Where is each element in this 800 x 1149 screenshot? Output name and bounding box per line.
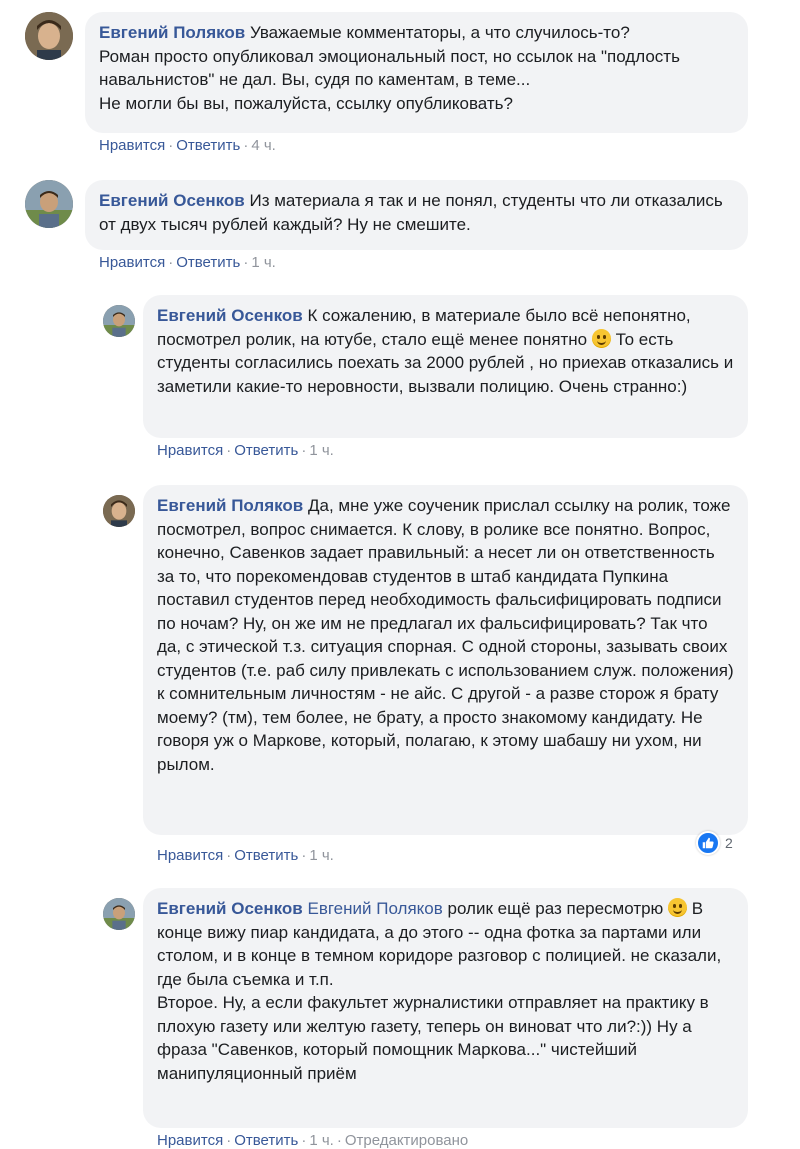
separator: · (301, 442, 307, 459)
separator: · (336, 1132, 342, 1149)
timestamp[interactable]: 1 ч. (309, 442, 334, 459)
like-reaction-icon (696, 831, 720, 855)
reply-button[interactable]: Ответить (234, 847, 298, 864)
separator: · (168, 137, 174, 154)
avatar[interactable] (103, 305, 135, 337)
edited-label[interactable]: Отредактировано (345, 1132, 468, 1149)
avatar[interactable] (25, 180, 73, 228)
like-button[interactable]: Нравится (157, 847, 223, 864)
comment-author[interactable]: Евгений Осенков (157, 306, 303, 325)
separator: · (226, 847, 232, 864)
comment-bubble: Евгений Осенков Из материала я так и не … (85, 180, 748, 250)
smile-emoji-icon (668, 898, 688, 917)
comment-actions: Нравится · Ответить · 1 ч. (157, 847, 334, 864)
smile-emoji-icon (591, 328, 611, 348)
avatar[interactable] (103, 898, 135, 930)
comment-bubble: Евгений Поляков Да, мне уже соученик при… (143, 485, 748, 835)
separator: · (243, 137, 249, 154)
comment-bubble: Евгений Поляков Уважаемые комментаторы, … (85, 12, 748, 133)
reaction-count: 2 (725, 835, 733, 851)
like-button[interactable]: Нравится (157, 442, 223, 459)
timestamp[interactable]: 1 ч. (309, 847, 334, 864)
comment-bubble: Евгений Осенков Евгений Поляков ролик ещ… (143, 888, 748, 1128)
timestamp[interactable]: 4 ч. (251, 137, 276, 154)
mention-link[interactable]: Евгений Поляков (307, 899, 442, 918)
comment-author[interactable]: Евгений Осенков (99, 191, 245, 210)
comment-text: ролик ещё раз пересмотрю (447, 899, 664, 918)
comment-actions: Нравится · Ответить · 1 ч. (157, 442, 334, 459)
separator: · (168, 254, 174, 271)
like-button[interactable]: Нравится (157, 1132, 223, 1149)
separator: · (301, 1132, 307, 1149)
reply-button[interactable]: Ответить (234, 1132, 298, 1149)
comment-text-continued: В конце вижу пиар кандидата, а до этого … (157, 899, 722, 1083)
timestamp[interactable]: 1 ч. (309, 1132, 334, 1149)
reply-button[interactable]: Ответить (176, 254, 240, 271)
separator: · (226, 1132, 232, 1149)
comment-actions: Нравится · Ответить · 1 ч. · Отредактировано (157, 1132, 468, 1149)
like-button[interactable]: Нравится (99, 137, 165, 154)
timestamp[interactable]: 1 ч. (251, 254, 276, 271)
reaction-summary[interactable]: 2 (696, 831, 733, 855)
comment-author[interactable]: Евгений Поляков (157, 496, 303, 515)
separator: · (301, 847, 307, 864)
comment-actions: Нравится · Ответить · 4 ч. (99, 137, 276, 154)
comment-bubble: Евгений Осенков К сожалению, в материале… (143, 295, 748, 438)
comment-actions: Нравится · Ответить · 1 ч. (99, 254, 276, 271)
like-button[interactable]: Нравится (99, 254, 165, 271)
comment-text: Да, мне уже соученик прислал ссылку на р… (157, 496, 734, 774)
comment-author[interactable]: Евгений Осенков (157, 899, 303, 918)
reply-button[interactable]: Ответить (234, 442, 298, 459)
separator: · (243, 254, 249, 271)
reply-button[interactable]: Ответить (176, 137, 240, 154)
avatar[interactable] (103, 495, 135, 527)
avatar[interactable] (25, 12, 73, 60)
separator: · (226, 442, 232, 459)
comment-author[interactable]: Евгений Поляков (99, 23, 245, 42)
